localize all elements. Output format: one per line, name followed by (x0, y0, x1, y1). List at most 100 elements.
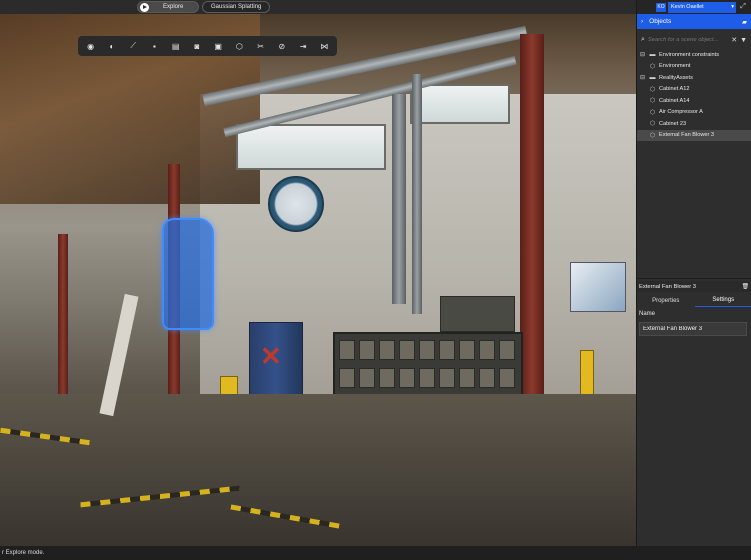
app-window: Explore Gaussian Splatting ✕ ◉ ◐ ⟋ ▪ ▤ ◙… (0, 0, 751, 560)
filter-icon[interactable]: ▼ (740, 37, 747, 44)
cube-icon: ⬡ (235, 41, 243, 51)
document-icon: ▤ (171, 41, 180, 51)
tree-item[interactable]: ⬡ External Fan Blower 3 (637, 129, 751, 141)
explore-mode-label: Explore (163, 4, 184, 10)
objects-panel-title: Objects (649, 18, 672, 25)
panel-module (439, 340, 455, 360)
camera-tool-button[interactable]: ◙ (186, 38, 207, 54)
top-bar: Explore Gaussian Splatting (0, 0, 636, 14)
collapse-icon[interactable]: ⊟ (639, 74, 646, 81)
tree-item-label: Air Compressor A (659, 109, 703, 116)
properties-tabs: Properties Settings (637, 294, 751, 307)
panel-module (479, 368, 495, 388)
panel-module (419, 368, 435, 388)
tree-item[interactable]: ⬡ Cabinet A12 (637, 84, 751, 96)
chevron-right-icon[interactable]: › (641, 18, 643, 25)
panel-module (499, 368, 515, 388)
object-icon: ⬡ (649, 63, 656, 70)
gaussian-splatting-mode-label: Gaussian Splatting (211, 4, 262, 10)
share-icon: ⋈ (320, 41, 329, 51)
mode-switch: Explore Gaussian Splatting (137, 1, 271, 13)
panel-module (399, 340, 415, 360)
scene-viewport[interactable]: ✕ ◉ ◐ ⟋ ▪ ▤ ◙ ▣ ⬡ ✂ ⊘ ⇥ ⋈ (0, 14, 636, 546)
viewer-toolbar: ◉ ◐ ⟋ ▪ ▤ ◙ ▣ ⬡ ✂ ⊘ ⇥ ⋈ (78, 36, 337, 56)
panel-module (459, 368, 475, 388)
vertical-pipe (412, 74, 422, 314)
chevron-down-icon: ▾ (731, 4, 734, 10)
door-marking: ✕ (260, 341, 282, 371)
image-icon: ▣ (214, 41, 222, 51)
panel-module (419, 340, 435, 360)
name-field[interactable] (639, 322, 747, 336)
tree-group[interactable]: ⊟ ▬ Environment constraints (637, 49, 751, 61)
tree-item-label: Cabinet A14 (659, 97, 690, 104)
panel-divider (637, 278, 751, 279)
fullscreen-icon[interactable]: ⤢ (738, 3, 748, 11)
factory-window (410, 84, 510, 124)
folder-icon: ▬ (649, 74, 656, 81)
comment-tool-button[interactable]: ▪ (144, 38, 165, 54)
right-sidebar: KO Kevin Oaellet ▾ ⤢ › Objects ▰ ⌕ ✕ ▼ ⊟… (636, 0, 751, 546)
gaussian-splatting-mode-button[interactable]: Gaussian Splatting (202, 1, 271, 13)
export-icon: ⇥ (299, 41, 307, 51)
tree-group[interactable]: ⊟ ▬ RealityAssets (637, 72, 751, 84)
scissors-icon: ✂ (257, 41, 264, 51)
export-tool-button[interactable]: ⇥ (293, 38, 314, 54)
user-bar: KO Kevin Oaellet ▾ ⤢ (637, 0, 751, 14)
object-tree: ⊟ ▬ Environment constraints ⬡ Environment ⊟ ▬ R… (637, 49, 751, 141)
tree-item-label: Cabinet 23 (659, 120, 687, 127)
clear-search-icon[interactable]: ✕ (731, 36, 737, 44)
tab-properties[interactable]: Properties (637, 294, 695, 307)
tree-item[interactable]: ⬡ Environment (637, 61, 751, 73)
tree-item-label: Environment constraints (659, 51, 720, 58)
search-icon: ⌕ (641, 36, 645, 43)
panel-module (379, 368, 395, 388)
selected-fan-blower-highlight[interactable] (162, 218, 214, 330)
objects-panel-header[interactable]: › Objects ▰ (637, 14, 751, 29)
scissors-tool-button[interactable]: ✂ (250, 38, 271, 54)
camera-icon: ◙ (194, 41, 200, 51)
vertical-pipe (392, 94, 406, 304)
avatar[interactable]: KO (656, 2, 666, 12)
tree-item-label: Environment (659, 63, 691, 70)
document-tool-button[interactable]: ▤ (165, 38, 186, 54)
link-icon: ⊘ (278, 41, 286, 51)
folder-icon: ▬ (649, 51, 656, 58)
contrast-icon: ◐ (109, 41, 115, 51)
panel-module (499, 340, 515, 360)
measure-tool-button[interactable]: ⟋ (123, 38, 144, 54)
user-name: Kevin Oaellet (671, 4, 704, 10)
tree-item[interactable]: ⬡ Air Compressor A (637, 107, 751, 119)
collapse-icon[interactable]: ⊟ (639, 51, 646, 58)
tree-item[interactable]: ⬡ Cabinet 23 (637, 118, 751, 130)
user-menu[interactable]: Kevin Oaellet ▾ (668, 1, 736, 13)
panel-module (339, 340, 355, 360)
wall-poster (570, 262, 626, 312)
play-icon (140, 2, 149, 12)
panel-module (459, 340, 475, 360)
trash-icon[interactable]: 🗑 (742, 284, 749, 290)
search-input[interactable] (647, 37, 729, 43)
status-text: r Explore mode. (2, 550, 45, 556)
measure-icon: ⟋ (130, 41, 136, 50)
link-tool-button[interactable]: ⊘ (271, 38, 292, 54)
object-search: ⌕ ✕ ▼ (637, 33, 751, 47)
add-folder-icon[interactable]: ▰ (742, 18, 747, 26)
share-tool-button[interactable]: ⋈ (314, 38, 335, 54)
cube-tool-button[interactable]: ⬡ (229, 38, 250, 54)
control-panel-top (440, 296, 515, 332)
name-field-label: Name (639, 311, 656, 317)
object-icon: ⬡ (649, 86, 656, 93)
panel-module (339, 368, 355, 388)
wall-clock (268, 176, 324, 232)
comment-icon: ▪ (152, 41, 156, 51)
tree-item[interactable]: ⬡ Cabinet A14 (637, 95, 751, 107)
visibility-tool-button[interactable]: ◉ (80, 38, 101, 54)
image-tool-button[interactable]: ▣ (208, 38, 229, 54)
tab-settings[interactable]: Settings (694, 294, 751, 307)
selected-object-title: External Fan Blower 3 (639, 283, 697, 290)
steel-column (58, 234, 68, 404)
contrast-tool-button[interactable]: ◐ (101, 38, 122, 54)
object-icon: ⬡ (649, 121, 656, 128)
explore-mode-button[interactable]: Explore (137, 1, 199, 13)
